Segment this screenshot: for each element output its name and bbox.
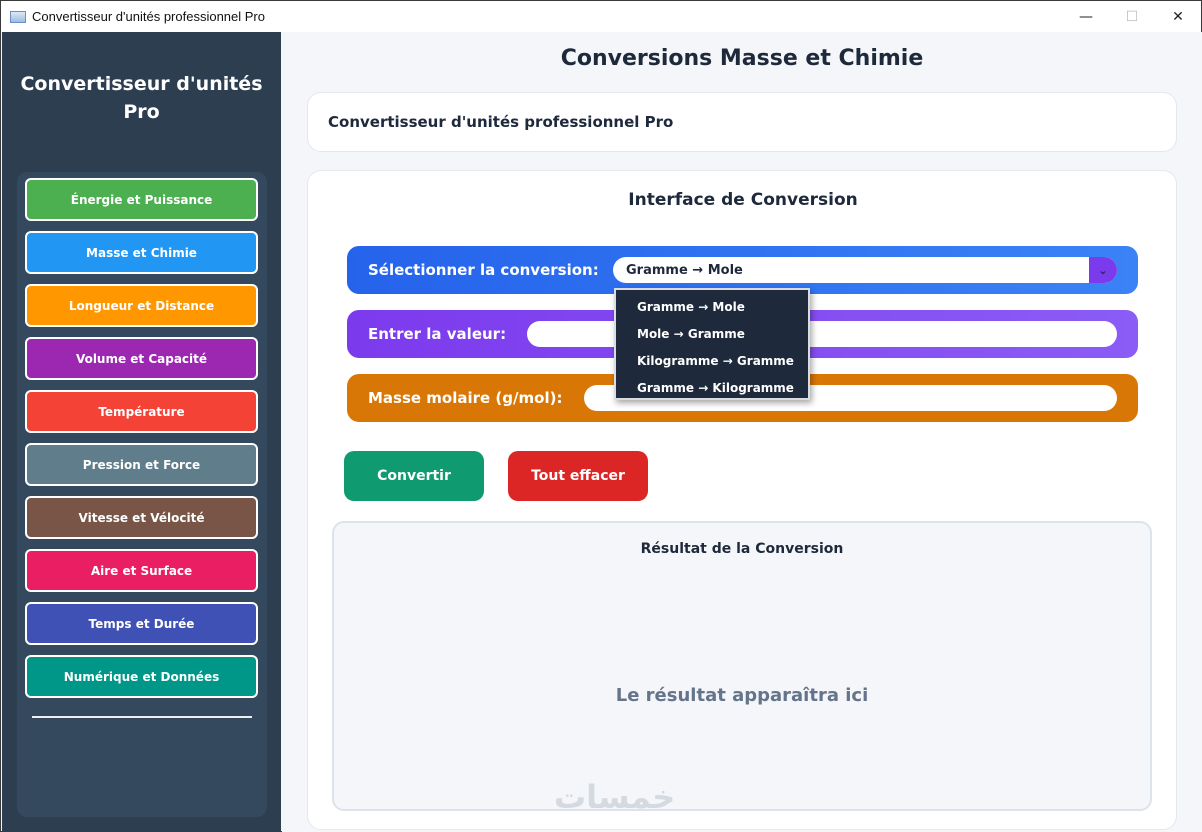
watermark: خمسات [554,778,676,816]
conversion-select-label: Sélectionner la conversion: [368,261,599,279]
category-pression[interactable]: Pression et Force [25,443,258,486]
chevron-down-icon[interactable]: ⌄ [1089,257,1117,283]
category-numerique[interactable]: Numérique et Données [25,655,258,698]
app-window: Convertisseur d'unités professionnel Pro… [0,0,1202,832]
title-bar: Convertisseur d'unités professionnel Pro… [1,1,1201,32]
dropdown-option[interactable]: Mole → Gramme [616,320,808,347]
page-title: Conversions Masse et Chimie [560,46,924,71]
sidebar-title-line2: Pro [123,101,160,123]
category-temperature[interactable]: Température [25,390,258,433]
sidebar-title: Convertisseur d'unités Pro [2,70,281,126]
window-title: Convertisseur d'unités professionnel Pro [32,9,265,24]
close-button[interactable]: ✕ [1155,1,1201,32]
conversion-dropdown-list: Gramme → Mole Mole → Gramme Kilogramme →… [614,288,810,400]
convert-button[interactable]: Convertir [344,451,484,501]
molar-mass-label: Masse molaire (g/mol): [368,389,563,407]
value-label: Entrer la valeur: [368,325,507,343]
window-controls: — ☐ ✕ [1063,1,1201,32]
dropdown-option[interactable]: Gramme → Kilogramme [616,374,808,401]
app-icon [10,10,26,23]
category-volume[interactable]: Volume et Capacité [25,337,258,380]
category-aire[interactable]: Aire et Surface [25,549,258,592]
conversion-select-value: Gramme → Mole [626,262,743,278]
category-energie[interactable]: Énergie et Puissance [25,178,258,221]
clear-all-button[interactable]: Tout effacer [508,451,648,501]
menu-divider [32,716,252,718]
sidebar: Convertisseur d'unités Pro Énergie et Pu… [2,32,281,832]
minimize-button[interactable]: — [1063,1,1109,32]
dropdown-option[interactable]: Gramme → Mole [616,293,808,320]
category-vitesse[interactable]: Vitesse et Vélocité [25,496,258,539]
conversion-select[interactable]: Gramme → Mole ⌄ [613,257,1117,283]
category-longueur[interactable]: Longueur et Distance [25,284,258,327]
category-masse[interactable]: Masse et Chimie [25,231,258,274]
conversion-card: Interface de Conversion Sélectionner la … [307,170,1177,830]
header-card: Convertisseur d'unités professionnel Pro [307,92,1177,152]
dropdown-option[interactable]: Kilogramme → Gramme [616,347,808,374]
maximize-button[interactable]: ☐ [1109,1,1155,32]
header-card-text: Convertisseur d'unités professionnel Pro [328,113,674,131]
sidebar-title-line1: Convertisseur d'unités [20,73,263,95]
category-menu: Énergie et Puissance Masse et Chimie Lon… [17,172,267,817]
interface-title: Interface de Conversion [628,190,858,210]
category-temps[interactable]: Temps et Durée [25,602,258,645]
result-panel: Résultat de la Conversion Le résultat ap… [332,521,1152,816]
conversion-select-row: Sélectionner la conversion: Gramme → Mol… [347,246,1138,294]
main-area: Conversions Masse et Chimie Convertisseu… [282,32,1202,832]
result-title: Résultat de la Conversion [640,541,844,557]
result-placeholder: Le résultat apparaîtra ici [615,685,869,706]
